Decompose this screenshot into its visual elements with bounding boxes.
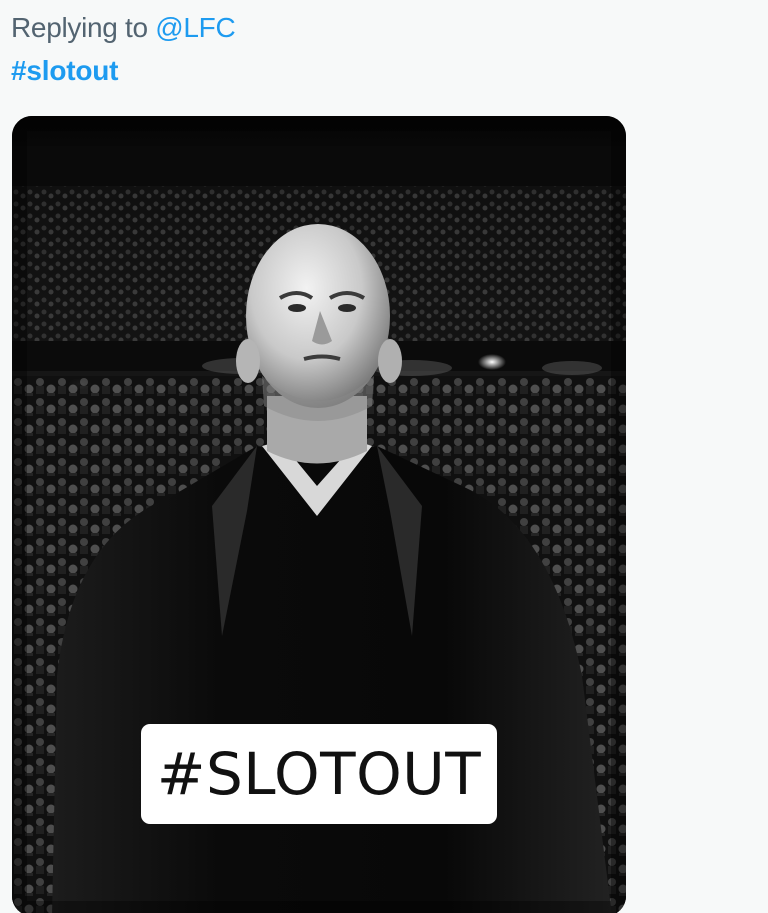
photo-caption-box: #SLOTOUT <box>141 724 497 824</box>
replying-to-handle-link[interactable]: @LFC <box>155 12 235 43</box>
photo-caption-text: #SLOTOUT <box>156 740 482 808</box>
tweet-hashtag-link[interactable]: #slotout <box>11 53 118 89</box>
tweet-media-photo[interactable]: #SLOTOUT <box>12 116 626 913</box>
tweet: Replying to @LFC #slotout #SLOTOUT <box>0 0 768 913</box>
replying-to-line: Replying to @LFC <box>11 10 236 46</box>
replying-to-label: Replying to <box>11 12 148 43</box>
